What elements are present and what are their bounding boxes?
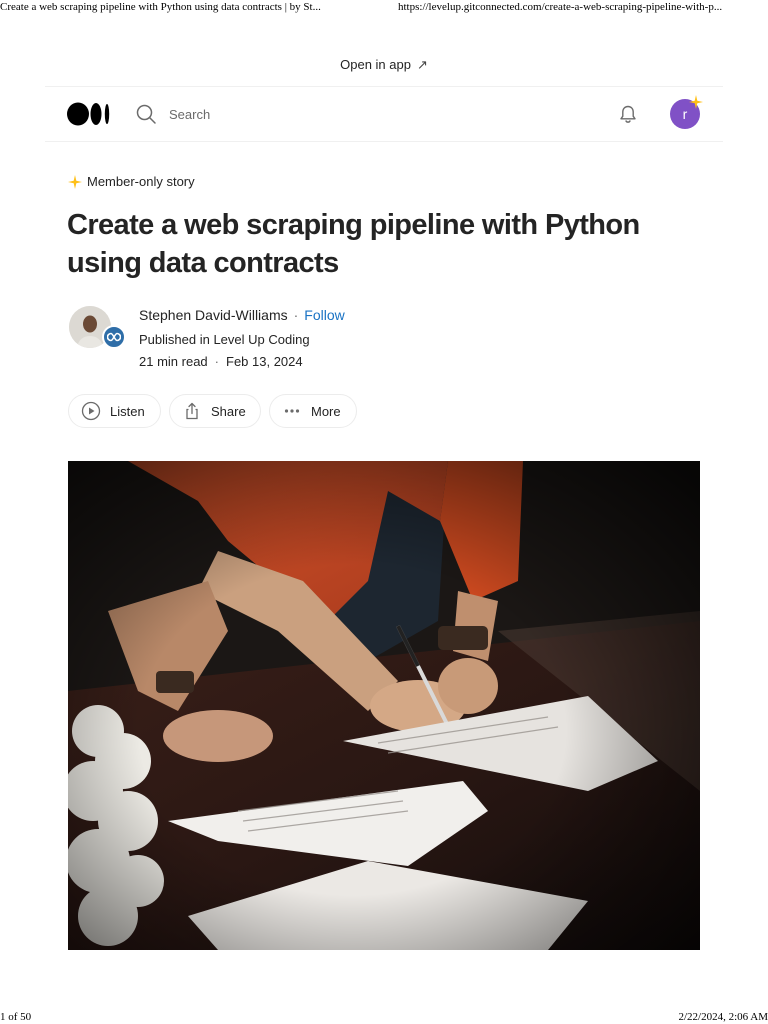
published-in[interactable]: Published in Level Up Coding [139, 332, 310, 347]
article-actions: Listen Share More [68, 394, 357, 428]
medium-logo[interactable] [67, 101, 111, 127]
byline: Stephen David-Williams · Follow [139, 307, 345, 323]
share-icon [186, 402, 198, 420]
share-label: Share [211, 403, 246, 419]
more-dots-icon [284, 409, 300, 413]
member-only-label: Member-only story [87, 174, 195, 189]
author-name[interactable]: Stephen David-Williams [139, 307, 288, 323]
more-label: More [311, 403, 341, 419]
listen-button[interactable]: Listen [68, 394, 161, 428]
publish-date: Feb 13, 2024 [226, 354, 303, 369]
follow-button[interactable]: Follow [304, 307, 344, 323]
open-in-app: Open in app ↗ [0, 57, 768, 73]
top-navigation-bar: r [45, 86, 723, 142]
open-in-app-label: Open in app [340, 57, 411, 72]
arrow-up-right-icon: ↗ [416, 57, 428, 72]
separator-dot: · [214, 354, 219, 369]
sparkle-icon [689, 95, 703, 109]
listen-label: Listen [110, 403, 145, 419]
search-input[interactable] [167, 105, 371, 123]
print-header: Create a web scraping pipeline with Pyth… [0, 0, 768, 16]
bell-icon[interactable] [617, 103, 639, 125]
print-header-url: https://levelup.gitconnected.com/create-… [398, 1, 723, 13]
member-only-badge: Member-only story [68, 174, 195, 189]
print-footer: 1 of 50 2/22/2024, 2:06 AM [0, 1010, 768, 1024]
star-sparkle-icon [68, 174, 82, 189]
print-header-title: Create a web scraping pipeline with Pyth… [0, 1, 321, 13]
more-button[interactable]: More [269, 394, 357, 428]
play-circle-icon [81, 401, 101, 421]
article-title: Create a web scraping pipeline with Pyth… [67, 209, 640, 279]
article-meta: 21 min read · Feb 13, 2024 [139, 354, 303, 369]
publication-avatar[interactable] [102, 325, 126, 349]
infinity-icon [107, 332, 121, 342]
hero-image [68, 461, 700, 950]
print-datetime: 2/22/2024, 2:06 AM [678, 1011, 768, 1023]
page-counter: 1 of 50 [0, 1011, 32, 1023]
search-icon [136, 104, 156, 124]
open-in-app-link[interactable]: Open in app ↗ [340, 57, 428, 72]
separator-dot: · [293, 307, 299, 323]
search-bar [135, 103, 371, 125]
share-button[interactable]: Share [169, 394, 261, 428]
read-time: 21 min read [139, 354, 208, 369]
